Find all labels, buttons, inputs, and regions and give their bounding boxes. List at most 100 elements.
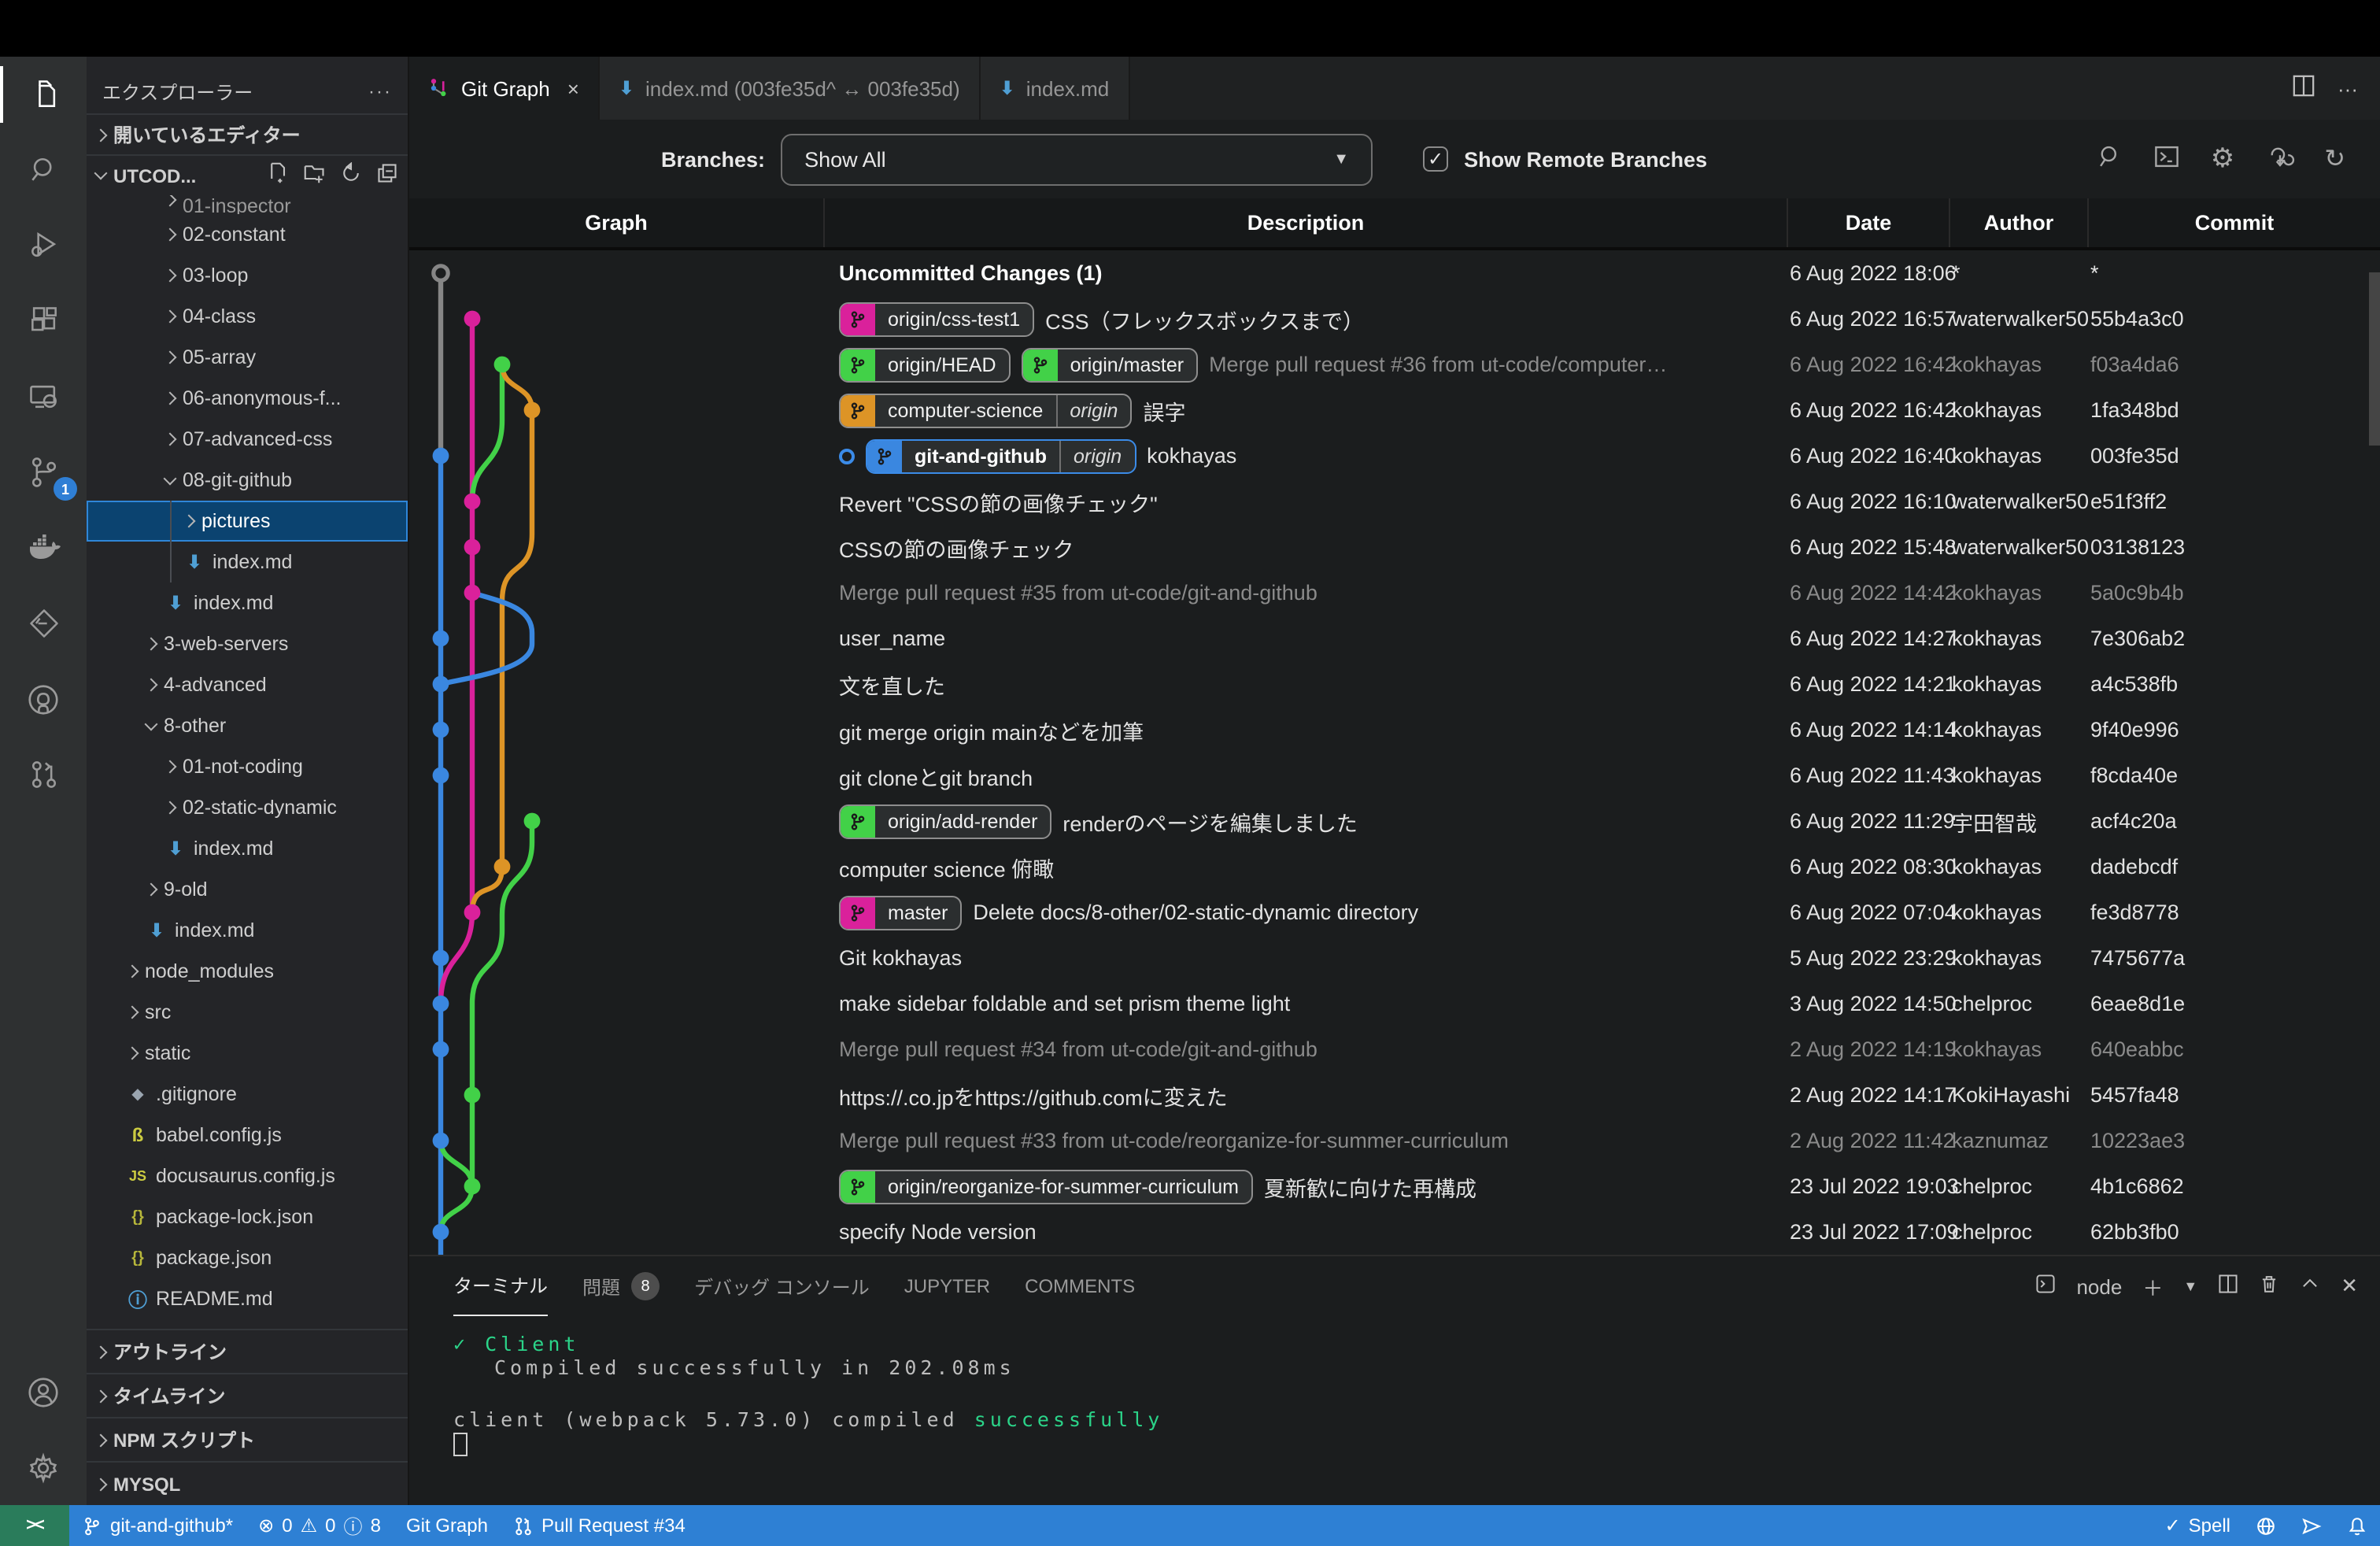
sidebar-more-icon[interactable]: ···: [368, 80, 392, 102]
tree-item-pictures[interactable]: pictures: [87, 501, 408, 542]
column-header-graph[interactable]: Graph: [409, 198, 823, 247]
tree-item-07-advanced-css[interactable]: 07-advanced-css: [87, 419, 408, 460]
commit-row[interactable]: git-and-githuboriginkokhayas6 Aug 2022 1…: [409, 433, 2380, 479]
column-header-description[interactable]: Description: [823, 198, 1787, 247]
tree-item-index-md[interactable]: ⬇index.md: [87, 542, 408, 583]
tree-item-05-array[interactable]: 05-array: [87, 337, 408, 378]
column-header-date[interactable]: Date: [1787, 198, 1949, 247]
terminal-content[interactable]: ✓ Client Compiled successfully in 202.08…: [409, 1316, 2380, 1505]
commit-row[interactable]: masterDelete docs/8-other/02-static-dyna…: [409, 890, 2380, 935]
pull-request-icon[interactable]: [0, 737, 87, 812]
tree-item-3-web-servers[interactable]: 3-web-servers: [87, 623, 408, 664]
pull-request-status[interactable]: Pull Request #34: [501, 1505, 698, 1546]
globe-icon[interactable]: [2243, 1515, 2289, 1536]
refresh-view-icon[interactable]: ↻: [2324, 143, 2345, 175]
tree-item-01-inspector[interactable]: 01-inspector: [87, 195, 408, 214]
editor-more-icon[interactable]: ···: [2338, 76, 2358, 100]
branch-badge-master[interactable]: master: [839, 895, 962, 930]
commit-row[interactable]: Merge pull request #34 from ut-code/git-…: [409, 1026, 2380, 1072]
shell-name[interactable]: node: [2076, 1274, 2122, 1298]
docker-icon[interactable]: [0, 510, 87, 586]
commit-row[interactable]: https://.co.jpをhttps://github.comに変えた2 A…: [409, 1072, 2380, 1118]
commit-row[interactable]: make sidebar foldable and set prism them…: [409, 981, 2380, 1026]
column-header-commit[interactable]: Commit: [2087, 198, 2380, 247]
tree-item-src[interactable]: src: [87, 992, 408, 1033]
sidebar-section-MYSQL[interactable]: MYSQL: [87, 1461, 408, 1505]
tree-item-01-not-coding[interactable]: 01-not-coding: [87, 746, 408, 787]
branches-dropdown[interactable]: Show All ▼: [781, 133, 1373, 185]
tree-item-index-md[interactable]: ⬇index.md: [87, 910, 408, 951]
explorer-icon[interactable]: [0, 57, 87, 132]
split-editor-icon[interactable]: [2292, 74, 2315, 102]
new-folder-icon[interactable]: [304, 162, 326, 189]
commit-row[interactable]: user_name6 Aug 2022 14:27kokhayas7e306ab…: [409, 616, 2380, 661]
sidebar-section-タイムライン[interactable]: タイムライン: [87, 1373, 408, 1417]
tab-close-icon[interactable]: ×: [567, 76, 579, 100]
terminal-tab-comments[interactable]: COMMENTS: [1025, 1256, 1135, 1316]
tree-item-static[interactable]: static: [87, 1033, 408, 1074]
sidebar-section-NPM スクリプト[interactable]: NPM スクリプト: [87, 1417, 408, 1461]
commit-row[interactable]: Merge pull request #33 from ut-code/reor…: [409, 1118, 2380, 1163]
tree-item-index-md[interactable]: ⬇index.md: [87, 583, 408, 623]
tree-item-package-json[interactable]: {}package.json: [87, 1237, 408, 1278]
maximize-panel-icon[interactable]: [2300, 1274, 2320, 1299]
find-icon[interactable]: [2097, 143, 2124, 175]
commit-row[interactable]: Git kokhayas5 Aug 2022 23:29kokhayas7475…: [409, 935, 2380, 981]
sidebar-section-アウトライン[interactable]: アウトライン: [87, 1329, 408, 1373]
open-editors-section[interactable]: 開いているエディター: [87, 113, 408, 154]
tree-item-node-modules[interactable]: node_modules: [87, 951, 408, 992]
fetch-icon[interactable]: [2264, 143, 2294, 175]
github-icon[interactable]: [0, 661, 87, 737]
tree-item-babel-config-js[interactable]: ßbabel.config.js: [87, 1115, 408, 1156]
tree-item-docusaurus-config-js[interactable]: JSdocusaurus.config.js: [87, 1156, 408, 1196]
problems-status[interactable]: ⊗0 ⚠0 ⓘ8: [246, 1505, 394, 1546]
commit-row[interactable]: Merge pull request #35 from ut-code/git-…: [409, 570, 2380, 616]
tree-item-08-git-github[interactable]: 08-git-github: [87, 460, 408, 501]
notifications-bell-icon[interactable]: [2334, 1515, 2380, 1536]
search-icon[interactable]: [0, 132, 87, 208]
tree-item-03-loop[interactable]: 03-loop: [87, 255, 408, 296]
terminal-tab--[interactable]: ターミナル: [453, 1256, 548, 1316]
kill-terminal-icon[interactable]: [2259, 1274, 2279, 1299]
tree-item-8-other[interactable]: 8-other: [87, 705, 408, 746]
feedback-icon[interactable]: [2289, 1515, 2334, 1536]
branch-badge-origin-css-test1[interactable]: origin/css-test1: [839, 301, 1034, 336]
column-header-author[interactable]: Author: [1949, 198, 2087, 247]
commit-row[interactable]: git merge origin mainなどを加筆6 Aug 2022 14:…: [409, 707, 2380, 753]
tree-item-02-constant[interactable]: 02-constant: [87, 214, 408, 255]
branch-badge-origin-master[interactable]: origin/master: [1022, 347, 1199, 382]
commit-row[interactable]: Uncommitted Changes (1)6 Aug 2022 18:06*…: [409, 250, 2380, 296]
terminal-icon[interactable]: [2154, 143, 2181, 175]
branch-badge-origin-HEAD[interactable]: origin/HEAD: [839, 347, 1011, 382]
settings-icon[interactable]: ⚙: [2211, 143, 2235, 175]
split-terminal-icon[interactable]: [2218, 1274, 2238, 1299]
terminal-dropdown-icon[interactable]: ▼: [2183, 1278, 2197, 1294]
tree-item--gitignore[interactable]: ◆.gitignore: [87, 1074, 408, 1115]
commit-row[interactable]: specify Node version23 Jul 2022 17:09che…: [409, 1209, 2380, 1255]
terminal-tab--[interactable]: 問題8: [582, 1256, 660, 1316]
gitlens-icon[interactable]: [0, 586, 87, 661]
tree-item-package-lock-json[interactable]: {}package-lock.json: [87, 1196, 408, 1237]
tree-item-index-md[interactable]: ⬇index.md: [87, 828, 408, 869]
close-panel-icon[interactable]: ✕: [2341, 1274, 2358, 1299]
commit-row[interactable]: origin/css-test1CSS（フレックスボックスまで）6 Aug 20…: [409, 296, 2380, 342]
tree-item-02-static-dynamic[interactable]: 02-static-dynamic: [87, 787, 408, 828]
remote-indicator[interactable]: ><: [0, 1505, 69, 1546]
tree-item-readme-md[interactable]: ⓘREADME.md: [87, 1278, 408, 1319]
collapse-all-icon[interactable]: [376, 162, 398, 189]
tab-git-graph[interactable]: Git Graph×: [409, 57, 600, 120]
commit-row[interactable]: Revert "CSSの節の画像チェック"6 Aug 2022 16:10wat…: [409, 479, 2380, 524]
tab-index-md-003fe35d-003fe35d-[interactable]: ⬇index.md (003fe35d^ ↔ 003fe35d): [600, 57, 981, 120]
branch-badge-computer-science[interactable]: computer-scienceorigin: [839, 393, 1132, 427]
extensions-icon[interactable]: [0, 283, 87, 359]
workspace-section[interactable]: UTCOD...: [87, 154, 408, 195]
tab-index-md[interactable]: ⬇index.md: [981, 57, 1130, 120]
branch-badge-origin-add-render[interactable]: origin/add-render: [839, 804, 1051, 838]
tree-item-4-advanced[interactable]: 4-advanced: [87, 664, 408, 705]
tree-item-06-anonymous-f-[interactable]: 06-anonymous-f...: [87, 378, 408, 419]
spell-checker-status[interactable]: ✓Spell: [2153, 1515, 2244, 1537]
settings-gear-icon[interactable]: [0, 1429, 87, 1505]
git-graph-status[interactable]: Git Graph: [394, 1505, 501, 1546]
show-remote-checkbox[interactable]: ✓: [1423, 146, 1448, 172]
commit-row[interactable]: 文を直した6 Aug 2022 14:21kokhayasa4c538fb: [409, 661, 2380, 707]
